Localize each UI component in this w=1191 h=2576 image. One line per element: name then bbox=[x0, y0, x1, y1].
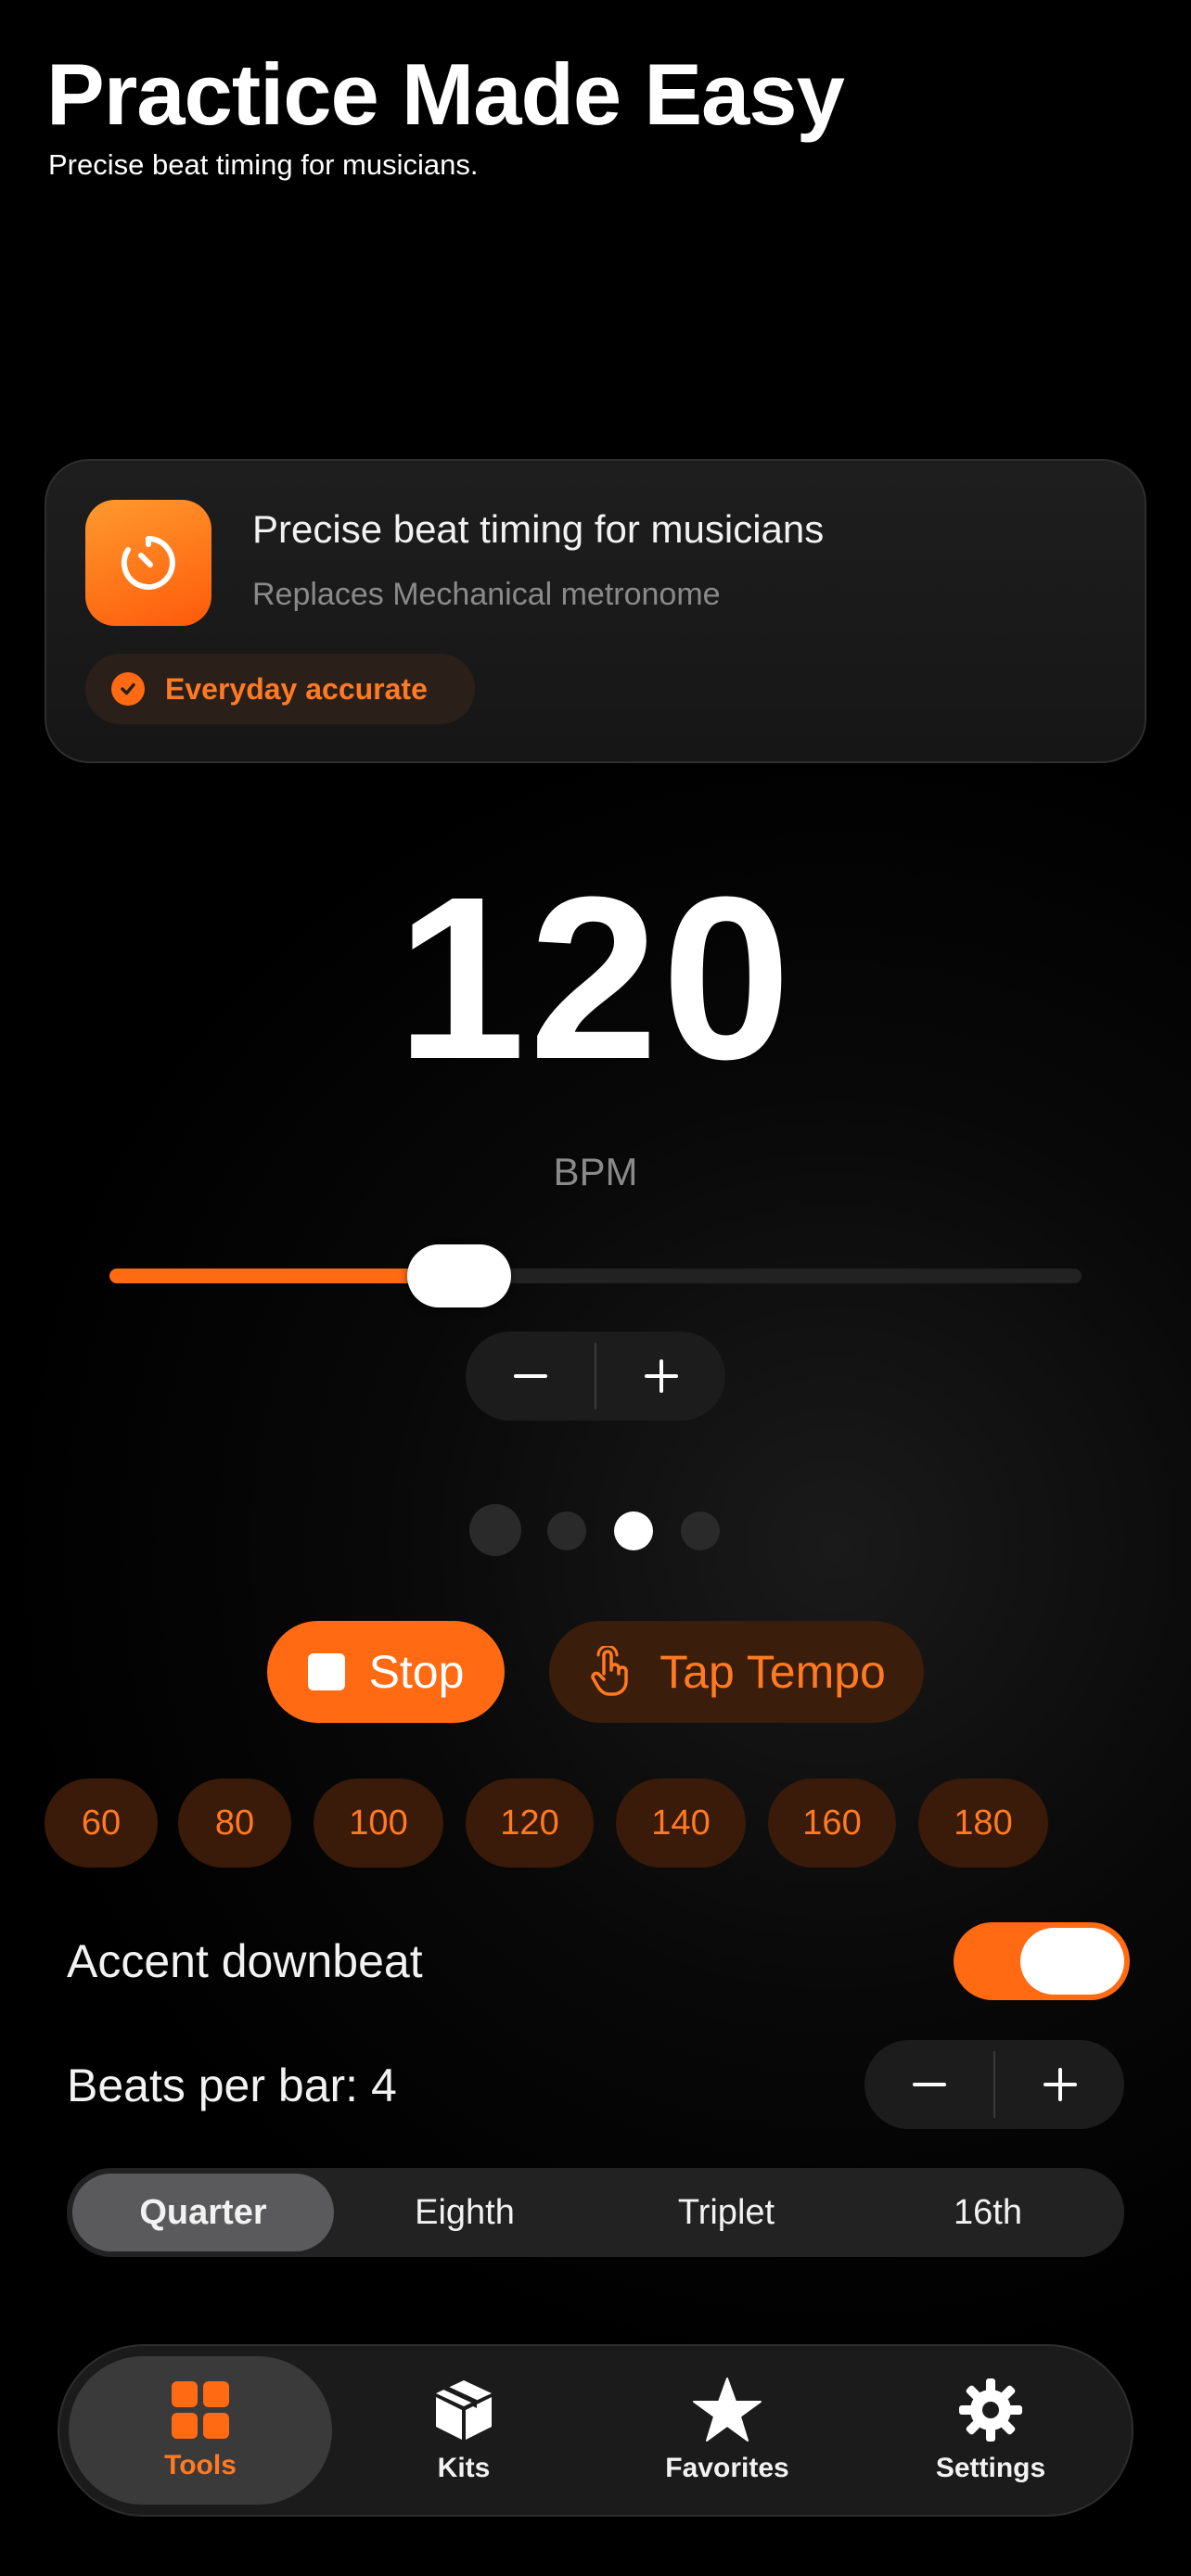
accuracy-badge: Everyday accurate bbox=[85, 654, 475, 724]
subdivision-triplet[interactable]: Triplet bbox=[596, 2174, 857, 2251]
bpm-unit-label: BPM bbox=[553, 1150, 638, 1193]
subdivision-eighth[interactable]: Eighth bbox=[334, 2174, 596, 2251]
accent-downbeat-label: Accent downbeat bbox=[67, 1935, 423, 1987]
tab-settings-label: Settings bbox=[935, 2453, 1046, 2483]
subdivision-segmented-control: Quarter Eighth Triplet 16th bbox=[67, 2168, 1124, 2257]
accent-downbeat-toggle[interactable] bbox=[954, 1922, 1130, 2000]
tab-bar: Tools Kits Favorites Settings bbox=[58, 2344, 1133, 2517]
tab-favorites[interactable]: Favorites bbox=[596, 2356, 859, 2505]
preset-160-button[interactable]: 160 bbox=[768, 1779, 896, 1868]
tab-tools-label: Tools bbox=[164, 2450, 237, 2480]
gear-icon bbox=[959, 2378, 1022, 2442]
timer-icon bbox=[85, 500, 211, 626]
bpm-stepper bbox=[466, 1332, 725, 1421]
metronome-screen: Practice Made Easy Precise beat timing f… bbox=[0, 0, 1191, 2576]
toggle-knob bbox=[1020, 1928, 1124, 1995]
preset-140-button[interactable]: 140 bbox=[616, 1779, 746, 1868]
checkmark-circle-icon bbox=[111, 672, 145, 706]
beat-dot-2 bbox=[547, 1511, 586, 1550]
tab-settings[interactable]: Settings bbox=[859, 2356, 1122, 2505]
preset-80-button[interactable]: 80 bbox=[178, 1779, 291, 1868]
beats-increment-button[interactable] bbox=[995, 2040, 1124, 2129]
preset-180-button[interactable]: 180 bbox=[918, 1779, 1048, 1868]
beats-decrement-button[interactable] bbox=[864, 2040, 993, 2129]
tempo-slider[interactable] bbox=[109, 1269, 1082, 1283]
subdivision-quarter[interactable]: Quarter bbox=[72, 2174, 334, 2251]
beat-dot-3 bbox=[614, 1511, 653, 1550]
preset-100-button[interactable]: 100 bbox=[314, 1779, 443, 1868]
beat-dot-4 bbox=[681, 1511, 720, 1550]
plus-icon bbox=[1043, 2068, 1077, 2101]
stop-button[interactable]: Stop bbox=[267, 1621, 505, 1723]
bpm-value: 120 bbox=[396, 848, 795, 1107]
stop-button-label: Stop bbox=[368, 1646, 465, 1698]
tab-kits-label: Kits bbox=[437, 2453, 491, 2483]
plus-icon bbox=[644, 1359, 678, 1393]
stop-icon bbox=[307, 1653, 345, 1690]
bpm-decrement-button[interactable] bbox=[466, 1332, 595, 1421]
tempo-slider-thumb[interactable] bbox=[407, 1244, 512, 1307]
bpm-increment-button[interactable] bbox=[596, 1332, 725, 1421]
tab-tools[interactable]: Tools bbox=[69, 2356, 332, 2505]
beat-dot-1 bbox=[469, 1504, 521, 1556]
card-title: Precise beat timing for musicians bbox=[252, 507, 825, 551]
minus-icon bbox=[513, 1374, 547, 1378]
page-subtitle: Precise beat timing for musicians. bbox=[48, 148, 479, 181]
badge-label: Everyday accurate bbox=[165, 671, 428, 706]
grid-icon bbox=[172, 2381, 229, 2439]
box-icon bbox=[436, 2380, 492, 2440]
tab-kits[interactable]: Kits bbox=[332, 2356, 596, 2505]
info-card: Precise beat timing for musicians Replac… bbox=[45, 459, 1146, 763]
star-icon bbox=[693, 2378, 762, 2442]
card-subtitle: Replaces Mechanical metronome bbox=[252, 577, 721, 612]
tap-tempo-button[interactable]: Tap Tempo bbox=[549, 1621, 924, 1723]
minus-icon bbox=[912, 2083, 946, 2086]
page-title: Practice Made Easy bbox=[46, 45, 845, 143]
preset-60-button[interactable]: 60 bbox=[45, 1779, 158, 1868]
subdivision-16th[interactable]: 16th bbox=[857, 2174, 1119, 2251]
preset-120-button[interactable]: 120 bbox=[466, 1779, 594, 1868]
tab-favorites-label: Favorites bbox=[665, 2453, 789, 2483]
tap-tempo-label: Tap Tempo bbox=[660, 1646, 886, 1698]
beats-stepper bbox=[864, 2040, 1124, 2129]
hand-tap-icon bbox=[591, 1646, 628, 1696]
beats-per-bar-label: Beats per bar: 4 bbox=[67, 2060, 397, 2111]
